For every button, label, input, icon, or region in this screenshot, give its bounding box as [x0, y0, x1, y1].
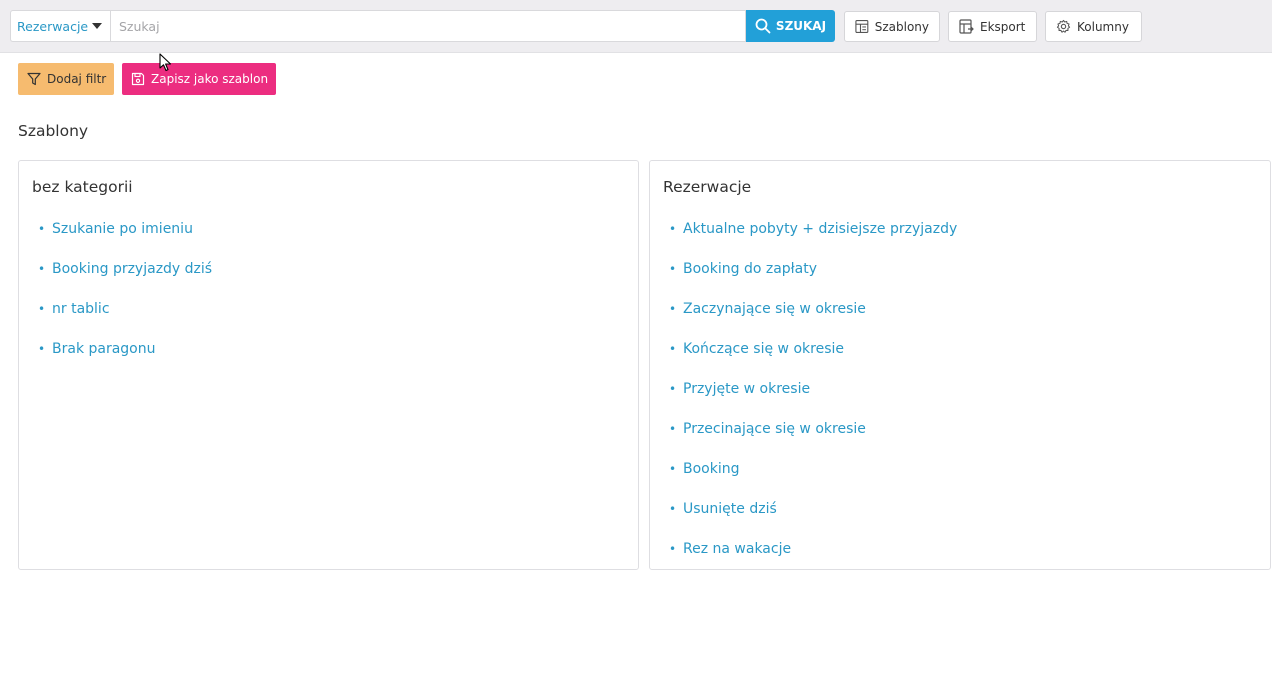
search-icon	[755, 18, 771, 34]
template-item[interactable]: • Brak paragonu	[38, 338, 212, 378]
columns-button[interactable]: Kolumny	[1045, 11, 1142, 42]
bullet-icon: •	[669, 462, 677, 476]
export-button[interactable]: Eksport	[948, 11, 1037, 42]
template-item[interactable]: • Kończące się w okresie	[669, 338, 957, 378]
scope-dropdown[interactable]: Rezerwacje	[10, 10, 110, 42]
add-filter-label: Dodaj filtr	[47, 72, 107, 86]
template-item[interactable]: • Usunięte dziś	[669, 498, 957, 538]
templates-icon	[855, 20, 869, 33]
template-item[interactable]: • Przecinające się w okresie	[669, 418, 957, 458]
caret-down-icon	[92, 23, 103, 29]
templates-button-label: Szablony	[874, 19, 929, 34]
save-as-template-button[interactable]: Zapisz jako szablon	[122, 63, 276, 95]
template-item[interactable]: • Aktualne pobyty + dzisiejsze przyjazdy	[669, 218, 957, 258]
bullet-icon: •	[669, 382, 677, 396]
filter-actions: Dodaj filtr Zapisz jako szablon	[18, 63, 276, 95]
save-as-template-label: Zapisz jako szablon	[151, 72, 269, 86]
template-item[interactable]: • Rez na wakacje	[669, 538, 957, 578]
bullet-icon: •	[38, 302, 46, 316]
add-filter-button[interactable]: Dodaj filtr	[18, 63, 114, 95]
templates-button[interactable]: Szablony	[844, 11, 940, 42]
bullet-icon: •	[38, 342, 46, 356]
columns-button-label: Kolumny	[1077, 19, 1129, 34]
search-input[interactable]	[110, 10, 746, 42]
export-icon	[959, 19, 974, 34]
bullet-icon: •	[38, 222, 46, 236]
search-button-label: SZUKAJ	[775, 19, 827, 33]
template-item[interactable]: • Zaczynające się w okresie	[669, 298, 957, 338]
category-card-reservations: Rezerwacje • Aktualne pobyty + dzisiejsze…	[649, 160, 1271, 570]
gear-icon	[1056, 19, 1071, 33]
bullet-icon: •	[669, 302, 677, 316]
template-list: • Szukanie po imieniu • Booking przyjazdy …	[38, 218, 212, 378]
category-title: Rezerwacje	[663, 178, 752, 196]
template-item[interactable]: • Booking do zapłaty	[669, 258, 957, 298]
bullet-icon: •	[669, 422, 677, 436]
template-item[interactable]: • Szukanie po imieniu	[38, 218, 212, 258]
template-item[interactable]: • Booking	[669, 458, 957, 498]
category-title: bez kategorii	[32, 178, 133, 196]
save-icon	[131, 72, 145, 86]
mouse-cursor-icon	[159, 53, 172, 72]
bullet-icon: •	[669, 262, 677, 276]
scope-label: Rezerwacje	[17, 18, 89, 34]
section-title: Szablony	[18, 122, 89, 140]
template-item[interactable]: • nr tablic	[38, 298, 212, 338]
search-button[interactable]: SZUKAJ	[746, 10, 835, 42]
bullet-icon: •	[669, 542, 677, 556]
template-item[interactable]: • Przyjęte w okresie	[669, 378, 957, 418]
category-card-uncategorized: bez kategorii • Szukanie po imieniu • Book…	[18, 160, 639, 570]
bullet-icon: •	[38, 262, 46, 276]
export-button-label: Eksport	[980, 19, 1026, 34]
template-item[interactable]: • Booking przyjazdy dziś	[38, 258, 212, 298]
bullet-icon: •	[669, 502, 677, 516]
filter-icon	[27, 72, 41, 86]
top-toolbar: Rezerwacje SZUKAJ Szablony Eks	[0, 0, 1272, 53]
bullet-icon: •	[669, 222, 677, 236]
search-group: Rezerwacje SZUKAJ	[10, 10, 835, 42]
bullet-icon: •	[669, 342, 677, 356]
template-list: • Aktualne pobyty + dzisiejsze przyjazdy …	[669, 218, 957, 578]
